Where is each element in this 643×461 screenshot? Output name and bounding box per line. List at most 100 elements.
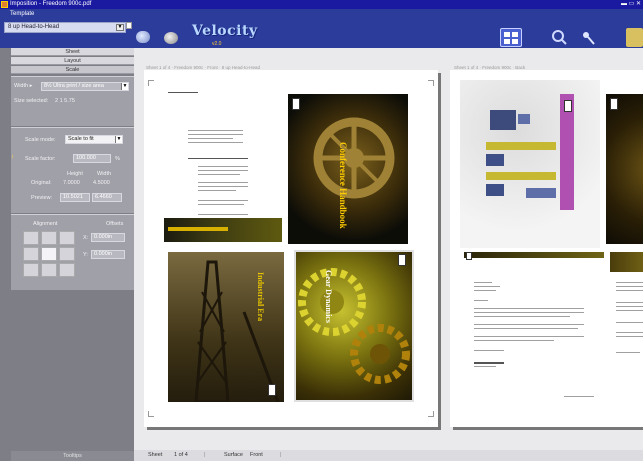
text-page-back[interactable]: [610, 252, 643, 402]
width-field[interactable]: 8½ Ultra print / size area ▼: [41, 82, 129, 91]
tower-image: [194, 260, 280, 402]
gears-poster-page[interactable]: Gear Dynamics: [294, 250, 414, 402]
sheet-status-label: Sheet: [148, 452, 163, 458]
sheet-2[interactable]: [450, 70, 643, 427]
disc-icon[interactable]: [164, 32, 178, 44]
document-icon[interactable]: [126, 22, 132, 29]
status-bar: Sheet 1 of 4 | Surface Front |: [134, 450, 643, 461]
window-controls[interactable]: ▬ ▭ ✕: [621, 0, 641, 9]
brand-logo: Velocity: [192, 23, 258, 39]
zoom-button[interactable]: [548, 28, 570, 47]
original-width: 4.5000: [93, 180, 110, 186]
preview-width-field[interactable]: 6.4660: [92, 193, 122, 202]
scale-factor-input[interactable]: 100.000: [73, 154, 111, 163]
template-value: 8 up Head-to-Head: [8, 24, 60, 30]
template-select[interactable]: 8 up Head-to-Head ▼: [4, 22, 126, 33]
status-divider: |: [204, 452, 206, 458]
catalog-page[interactable]: [460, 80, 600, 248]
chevron-down-icon[interactable]: ▼: [115, 136, 122, 143]
align-top-center[interactable]: [41, 231, 57, 245]
height-column-label: Height: [67, 171, 83, 177]
width-column-label: Width: [97, 171, 112, 177]
logo-icon: [564, 100, 572, 112]
chevron-down-icon[interactable]: ▼: [121, 83, 128, 90]
offset-y-input[interactable]: 0.000in: [91, 250, 125, 259]
pointer-icon: [583, 32, 595, 45]
alignment-section: Alignment Offsets X: 0.000in Y: 0.000in: [11, 214, 134, 290]
magnifier-icon: [552, 30, 567, 45]
preview-label: Preview:: [31, 195, 53, 201]
preview-button[interactable]: [626, 28, 643, 47]
tab-sheet[interactable]: Sheet: [11, 48, 134, 56]
offset-x-value: 0.000in: [94, 234, 113, 240]
crop-mark: [428, 411, 434, 417]
align-bottom-left[interactable]: [23, 263, 39, 277]
warning-icon: !: [12, 155, 14, 161]
original-label: Original:: [31, 180, 52, 186]
app-icon: [1, 1, 8, 8]
tooltips-label: Tooltips: [11, 451, 134, 461]
sheet-status-value[interactable]: 1 of 4: [174, 450, 188, 461]
gear-poster-page-back[interactable]: [606, 94, 643, 244]
align-bottom-right[interactable]: [59, 263, 75, 277]
size-selected-label: Size selected:: [14, 98, 49, 104]
banner-image: [164, 218, 282, 242]
align-top-left[interactable]: [23, 231, 39, 245]
align-center[interactable]: [41, 247, 57, 261]
offset-x-label: X:: [83, 235, 89, 241]
gear-poster-page[interactable]: Conference Handbook: [288, 94, 408, 244]
offset-y-label: Y:: [83, 252, 88, 258]
scale-factor-value: 100.000: [76, 155, 96, 161]
brand-subtitle: v2.0: [212, 41, 222, 47]
scale-mode-select[interactable]: Scale to fit ▼: [65, 135, 123, 144]
alignment-label: Alignment: [33, 221, 58, 227]
crop-mark: [148, 411, 154, 417]
scale-mode-label: Scale mode:: [25, 137, 56, 143]
tab-scale[interactable]: Scale: [11, 66, 134, 74]
brochure-title: Industrial Era: [256, 272, 265, 322]
scale-factor-label: Scale factor:: [25, 156, 56, 162]
tower-poster-page[interactable]: Industrial Era: [168, 252, 284, 402]
crop-mark: [428, 80, 434, 86]
layout-grid-button[interactable]: [500, 28, 522, 47]
sheet-section: Width ▸ 8½ Ultra print / size area ▼ Siz…: [11, 76, 134, 126]
align-bottom-center[interactable]: [41, 263, 57, 277]
width-label: Width ▸: [14, 83, 33, 89]
left-panel: Sheet Layout Scale Width ▸ 8½ Ultra prin…: [0, 48, 134, 461]
title-bar: Imposition - Freedom 900c.pdf ▬ ▭ ✕: [0, 0, 643, 9]
offset-x-input[interactable]: 0.000in: [91, 233, 125, 242]
tab-layout[interactable]: Layout: [11, 57, 134, 65]
surface-status-label: Surface: [224, 452, 243, 458]
logo-icon: [292, 98, 300, 110]
size-selected-value: 2 1 5.75: [55, 98, 75, 104]
align-middle-right[interactable]: [59, 247, 75, 261]
toolbar: Template 8 up Head-to-Head ▼ Velocity v2…: [0, 9, 643, 48]
logo-icon: [610, 98, 618, 110]
preview-width: 6.4660: [95, 194, 112, 200]
preview-height-field[interactable]: 10.5021: [60, 193, 90, 202]
window-title: Imposition - Freedom 900c.pdf: [10, 1, 92, 7]
logo-icon: [268, 384, 276, 396]
align-middle-left[interactable]: [23, 247, 39, 261]
scale-section: Scale mode: Scale to fit ▼ ! Scale facto…: [11, 127, 134, 213]
surface-status-value[interactable]: Front: [250, 450, 263, 461]
letter-page[interactable]: [464, 252, 604, 402]
logo-icon: [398, 254, 406, 266]
original-height: 7.0000: [63, 180, 80, 186]
sheet-1[interactable]: Conference Handbook Industrial Era Gear …: [144, 70, 438, 427]
template-label: Template: [10, 11, 35, 17]
scale-mode-value: Scale to fit: [68, 136, 94, 142]
scale-factor-unit: %: [115, 156, 120, 162]
gear-image: [313, 117, 395, 199]
logo-icon: [466, 252, 472, 260]
width-value: 8½ Ultra print / size area: [44, 83, 104, 89]
offset-y-value: 0.000in: [94, 251, 113, 257]
chevron-down-icon[interactable]: ▼: [116, 24, 124, 31]
pointer-button[interactable]: [578, 28, 600, 47]
globe-icon[interactable]: [136, 31, 150, 43]
gear-page-title: Conference Handbook: [338, 142, 348, 229]
align-top-right[interactable]: [59, 231, 75, 245]
status-divider: |: [280, 452, 282, 458]
imposition-workspace[interactable]: Sheet 1 of 4 · Freedom 900c · Front · 8 …: [134, 48, 643, 450]
offsets-label: Offsets: [106, 221, 124, 227]
